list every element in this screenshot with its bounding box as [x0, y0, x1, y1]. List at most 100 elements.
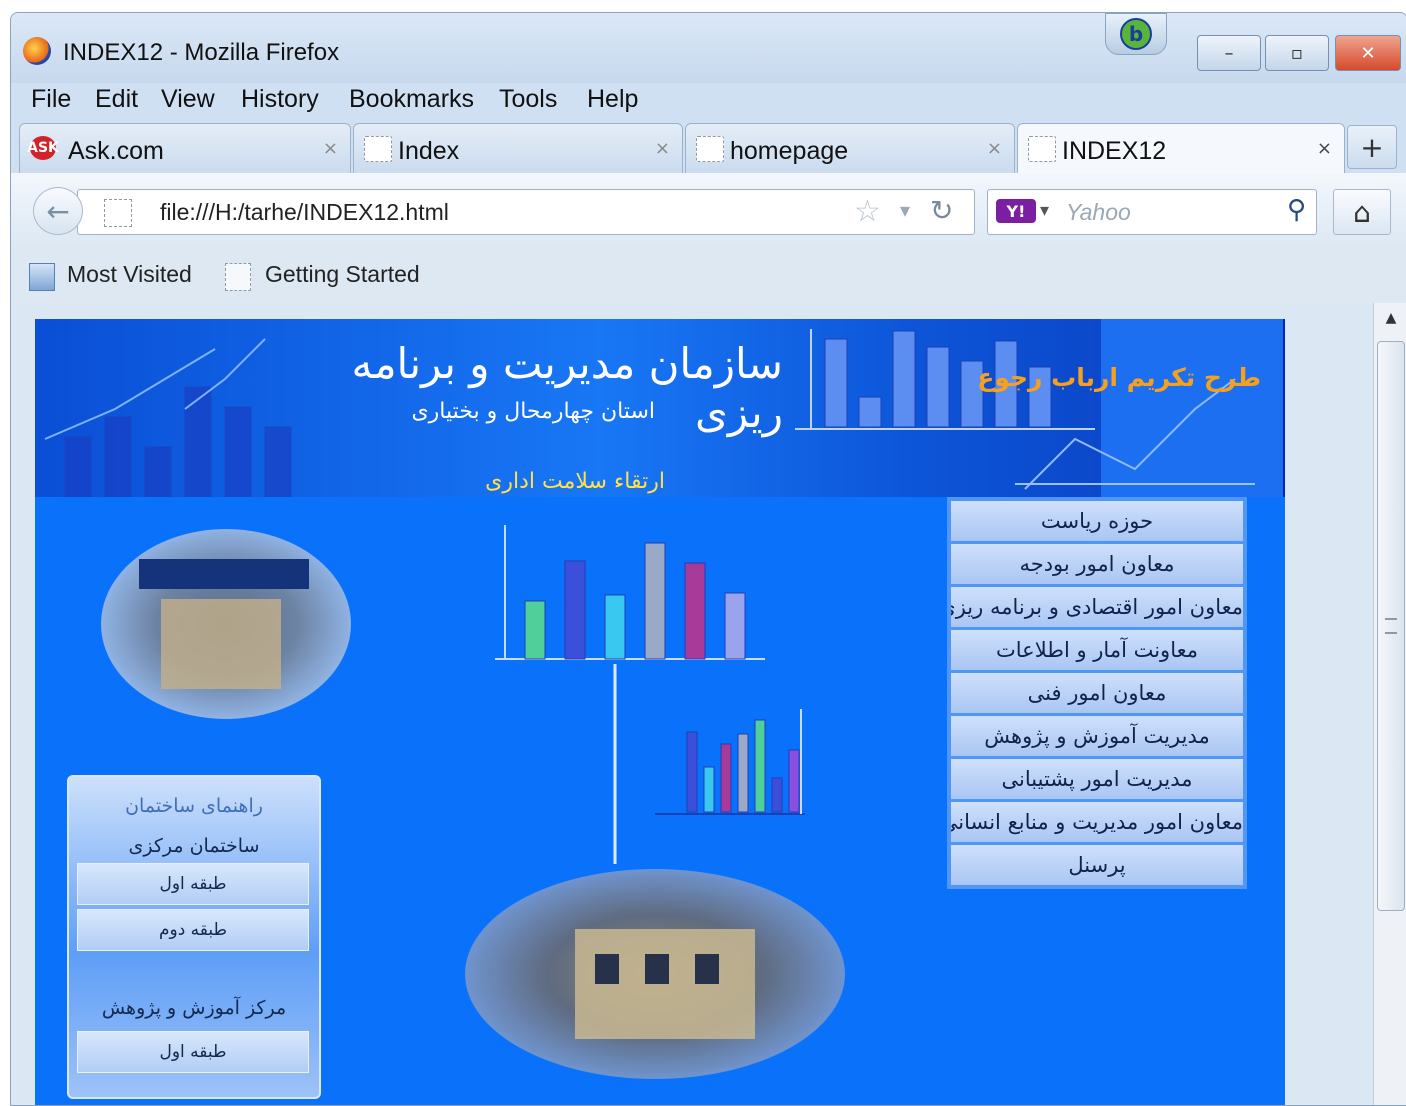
chart2-bar — [788, 749, 800, 813]
header-banner: سازمان مدیریت و برنامه ریزی استان چهارمح… — [35, 319, 1285, 497]
tab-label: Ask.com — [68, 137, 164, 165]
tab-index12[interactable]: INDEX12 × — [1017, 123, 1345, 174]
page-icon — [1028, 136, 1056, 162]
yahoo-icon[interactable]: Y! — [996, 199, 1036, 223]
photo-sign — [139, 559, 309, 589]
floor-2-button[interactable]: طبقه دوم — [77, 909, 309, 951]
menu-item-training-research[interactable]: مدیریت آموزش و پژوهش — [951, 716, 1243, 759]
tab-close-icon[interactable]: × — [655, 138, 670, 159]
ask-logo-icon: ASK — [27, 136, 59, 160]
menu-item-economic-deputy[interactable]: معاون امور اقتصادی و برنامه ریزی — [951, 587, 1243, 630]
menu-help[interactable]: Help — [587, 85, 638, 114]
chart1-bar — [644, 542, 666, 660]
chart2-bar — [720, 743, 732, 813]
url-text[interactable]: file:///H:/tarhe/INDEX12.html — [160, 199, 449, 226]
tab-ask[interactable]: ASK Ask.com × — [19, 123, 351, 174]
bookmarks-toolbar: Most Visited Getting Started — [11, 247, 1406, 304]
url-bar[interactable]: file:///H:/tarhe/INDEX12.html ☆ ▾ ↻ — [77, 189, 975, 235]
reload-icon[interactable]: ↻ — [930, 194, 953, 227]
menu-item-human-resources[interactable]: معاون امور مدیریت و منابع انسانی — [951, 802, 1243, 845]
scroll-thumb[interactable] — [1377, 341, 1405, 911]
menu-item-statistics-deputy[interactable]: معاونت آمار و اطلاعات — [951, 630, 1243, 673]
guide-section2-label: مرکز آموزش و پژوهش — [101, 997, 287, 1019]
bookmark-getting-started[interactable]: Getting Started — [265, 261, 420, 288]
scroll-up-arrow-icon[interactable]: ▲ — [1374, 303, 1406, 333]
menu-history[interactable]: History — [241, 85, 319, 114]
firefox-logo-icon — [23, 37, 51, 65]
page-icon — [364, 136, 392, 162]
building-photo-bottom — [465, 869, 845, 1079]
guide-title: راهنمای ساختمان — [125, 795, 263, 817]
menu-tools[interactable]: Tools — [499, 85, 557, 114]
chart2-bar — [737, 733, 749, 813]
home-button[interactable]: ⌂ — [1333, 189, 1391, 235]
tab-label: INDEX12 — [1062, 137, 1167, 165]
chart1-bar — [684, 562, 706, 660]
menu-bookmarks[interactable]: Bookmarks — [349, 85, 474, 114]
banner-right-bar — [892, 330, 916, 428]
search-engine-dropdown-icon[interactable]: ▾ — [1040, 200, 1049, 221]
menu-item-technical-deputy[interactable]: معاون امور فنی — [951, 673, 1243, 716]
url-dropdown-icon[interactable]: ▾ — [900, 198, 910, 222]
tab-close-icon[interactable]: × — [987, 138, 1002, 159]
minimize-button[interactable]: – — [1197, 35, 1261, 71]
photo-building — [575, 929, 755, 1039]
chart1-bar — [564, 560, 586, 660]
guide-building-label: ساختمان مرکزی — [128, 835, 260, 857]
menu-edit[interactable]: Edit — [95, 85, 138, 114]
tab-homepage[interactable]: homepage × — [685, 123, 1015, 174]
search-input[interactable]: Yahoo — [1066, 199, 1131, 226]
banner-right-bar — [858, 396, 882, 428]
bing-button[interactable]: b — [1105, 13, 1167, 55]
banner-slogan: طرح تکریم ارباب رجوع — [977, 363, 1261, 392]
bing-icon: b — [1120, 18, 1152, 50]
section2-floor-1-button[interactable]: طبقه اول — [77, 1031, 309, 1073]
chart1-bar — [524, 600, 546, 660]
floor-1-button[interactable]: طبقه اول — [77, 863, 309, 905]
search-bar[interactable]: Y! ▾ Yahoo ⚲ — [987, 189, 1317, 235]
banner-edge — [1283, 319, 1285, 497]
close-window-button[interactable]: ✕ — [1335, 35, 1401, 71]
site-identity-icon[interactable] — [104, 199, 132, 227]
banner-right-bar — [824, 338, 848, 428]
menu-item-presidency[interactable]: حوزه ریاست — [951, 501, 1243, 544]
bookmark-star-icon[interactable]: ☆ — [854, 194, 881, 229]
tab-close-icon[interactable]: × — [1317, 138, 1332, 159]
banner-marquee: ارتقاء سلامت اداری — [485, 469, 665, 494]
search-icon[interactable]: ⚲ — [1287, 195, 1306, 225]
bookmark-most-visited[interactable]: Most Visited — [67, 261, 192, 288]
menu-view[interactable]: View — [161, 85, 215, 114]
back-button[interactable]: ← — [33, 187, 83, 235]
building-photo-top — [101, 529, 351, 719]
chart2-bar — [686, 731, 698, 813]
menu-item-budget-deputy[interactable]: معاون امور بودجه — [951, 544, 1243, 587]
banner-trend-line — [1024, 378, 1236, 490]
photo-window — [645, 954, 669, 984]
banner-left-bar — [64, 436, 92, 497]
chart2-bar — [771, 777, 783, 813]
menu-bar: File Edit View History Bookmarks Tools H… — [11, 83, 1406, 119]
tab-index[interactable]: Index × — [353, 123, 683, 174]
page-icon — [696, 136, 724, 162]
browser-window: INDEX12 - Mozilla Firefox b – ▫ ✕ File E… — [10, 12, 1406, 1106]
tab-close-icon[interactable]: × — [323, 138, 338, 159]
chart2-bar — [703, 766, 715, 813]
scroll-grip-icon — [1385, 618, 1397, 634]
chart2-bar — [754, 719, 766, 813]
chart1-bar — [604, 594, 626, 660]
new-tab-button[interactable]: + — [1347, 125, 1397, 169]
decorative-charts — [495, 525, 805, 864]
window-title: INDEX12 - Mozilla Firefox — [63, 39, 340, 66]
department-menu: حوزه ریاست معاون امور بودجه معاون امور ا… — [947, 497, 1247, 889]
photo-building — [161, 599, 281, 689]
vertical-scrollbar[interactable]: ▲ — [1373, 303, 1406, 1105]
page-icon — [225, 263, 251, 291]
banner-subtitle: استان چهارمحال و بختیاری — [411, 399, 655, 424]
tab-bar: ASK Ask.com × Index × homepage × INDEX12… — [11, 119, 1406, 175]
menu-item-personnel[interactable]: پرسنل — [951, 845, 1243, 888]
title-bar: INDEX12 - Mozilla Firefox b – ▫ ✕ — [11, 13, 1406, 83]
maximize-button[interactable]: ▫ — [1265, 35, 1329, 71]
menu-file[interactable]: File — [31, 85, 71, 114]
photo-window — [595, 954, 619, 984]
menu-item-support[interactable]: مدیریت امور پشتیبانی — [951, 759, 1243, 802]
